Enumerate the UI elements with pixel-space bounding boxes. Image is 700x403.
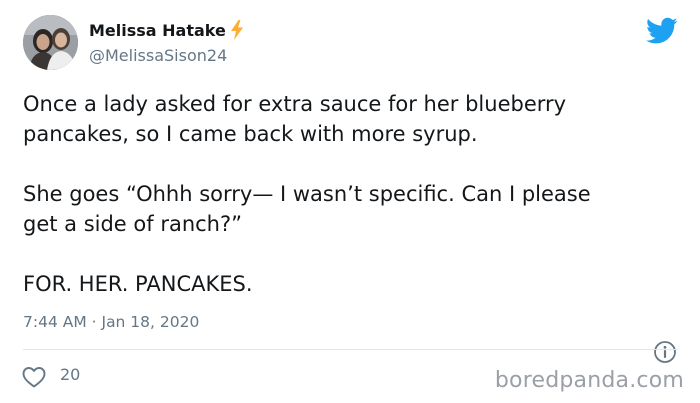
tweet-card: Melissa Hatake @MelissaSison24 Once a la… [0, 0, 700, 403]
tweet-text-line: pancakes, so I came back with more syrup… [23, 122, 478, 146]
tweet-text: Once a lady asked for extra sauce for he… [23, 89, 688, 299]
like-count: 20 [60, 365, 81, 384]
tweet-text-line: Once a lady asked for extra sauce for he… [23, 92, 567, 116]
author-name-row[interactable]: Melissa Hatake [89, 20, 245, 40]
avatar-photo-icon [23, 15, 78, 70]
avatar[interactable] [23, 15, 78, 70]
twitter-bird-icon[interactable] [646, 17, 678, 45]
boredpanda-watermark: boredpanda.com [494, 368, 684, 393]
heart-icon[interactable] [22, 366, 46, 388]
tweet-text-line: FOR. HER. PANCAKES. [23, 272, 253, 296]
tweet-timestamp[interactable]: 7:44 AM · Jan 18, 2020 [23, 313, 199, 331]
info-icon[interactable] [653, 340, 677, 364]
lightning-bolt-icon [229, 20, 245, 40]
tweet-text-line: She goes “Ohhh sorry— I wasn’t specific.… [23, 182, 591, 206]
divider [23, 349, 678, 350]
author-handle[interactable]: @MelissaSison24 [89, 46, 227, 65]
tweet-text-line: get a side of ranch?” [23, 212, 243, 236]
display-name[interactable]: Melissa Hatake [89, 21, 226, 40]
